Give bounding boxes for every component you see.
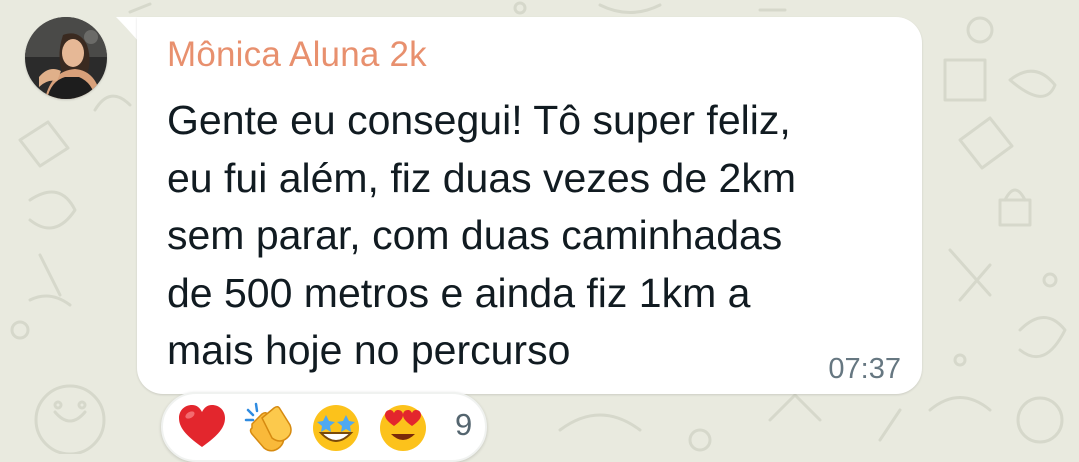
sender-name[interactable]: Mônica Aluna 2k — [167, 35, 427, 75]
heart-emoji-icon — [175, 400, 229, 454]
message-line: sem parar, com duas caminhadas — [167, 212, 783, 258]
message-bubble[interactable]: Mônica Aluna 2k Gente eu consegui! Tô su… — [137, 17, 922, 394]
heart-eyes-emoji-icon — [376, 400, 430, 454]
clapping-hands-emoji-icon — [242, 400, 296, 454]
star-struck-emoji-icon — [309, 400, 363, 454]
message-line: mais hoje no percurso — [167, 327, 571, 373]
message-line: Gente eu consegui! Tô super feliz, — [167, 97, 791, 143]
reactions-pill[interactable]: 9 — [161, 392, 487, 462]
avatar-photo — [25, 17, 107, 99]
message-timestamp: 07:37 — [828, 353, 901, 385]
message-text: Gente eu consegui! Tô super feliz, eu fu… — [167, 92, 907, 380]
sender-avatar[interactable] — [25, 17, 107, 99]
reaction-count: 9 — [455, 407, 473, 442]
message-line: de 500 metros e ainda fiz 1km a — [167, 269, 751, 316]
message-line: eu fui além, fiz duas vezes de 2km — [167, 154, 796, 201]
